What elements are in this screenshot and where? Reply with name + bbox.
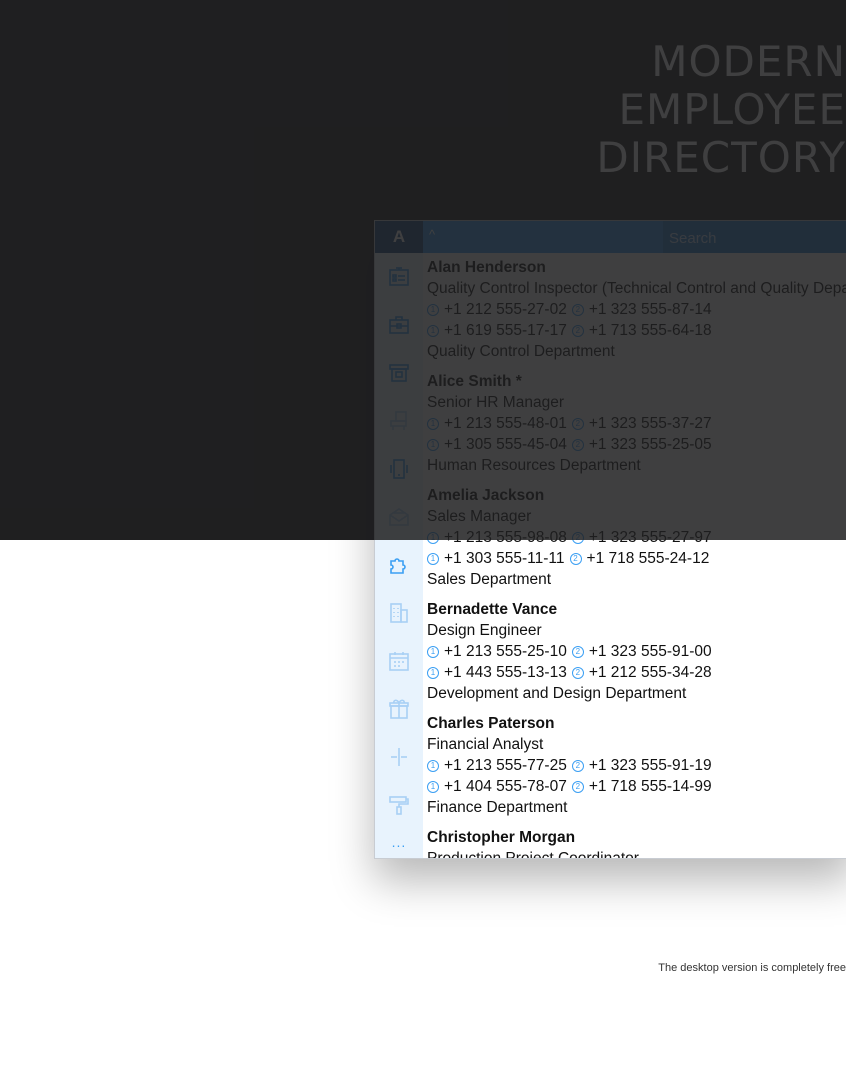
phone-badge-2: 2	[571, 666, 584, 679]
hero-title-line: EMPLOYEE	[618, 85, 846, 134]
employee-title: Financial Analyst	[427, 736, 544, 753]
more-items-indicator[interactable]: ...	[375, 833, 423, 857]
employee-title: Production Project Coordinator	[427, 848, 846, 858]
gift-icon[interactable]	[375, 685, 423, 733]
employee-department: Human Resources Department	[427, 457, 641, 474]
inbox-icon[interactable]	[375, 493, 423, 541]
phone-badge-1: 1	[427, 552, 439, 565]
top-bar: ^	[423, 221, 846, 253]
employee-name: Christopher Morgan	[427, 829, 576, 846]
hero-title-line: DIRECTORY	[596, 133, 846, 182]
employee-name: Alan Henderson	[427, 259, 546, 276]
phone-badge-1: 1	[427, 780, 439, 793]
employee-title: Senior HR Manager	[427, 394, 564, 411]
phone-row: 1 +1 303 555-11-11 2 +1 718 555-24-12	[427, 548, 846, 569]
archive-icon[interactable]	[375, 349, 423, 397]
phone-row: 1 +1 213 555-25-10 2 +1 323 555-91-00	[427, 641, 846, 662]
phone-number[interactable]: +1 213 555-48-01	[444, 413, 567, 434]
employee-card[interactable]: Amelia Jackson Sales Manager 1 +1 213 555…	[427, 485, 846, 590]
left-rail: A ...	[375, 221, 423, 858]
phone-row: 1 +1 443 555-13-13 2 +1 212 555-34-28	[427, 662, 846, 683]
phone-badge-1: 1	[427, 645, 439, 658]
alphabet-letter-button[interactable]: A	[375, 221, 423, 253]
employee-card[interactable]: Charles Paterson Financial Analyst 1 +1 2…	[427, 713, 846, 818]
phone-number[interactable]: +1 443 555-13-13	[444, 662, 567, 683]
employee-card[interactable]: Alan Henderson Quality Control Inspector…	[427, 257, 846, 362]
phone-badge-2: 2	[569, 552, 582, 565]
phone-number[interactable]: +1 713 555-64-18	[589, 320, 712, 341]
employee-department: Quality Control Department	[427, 343, 615, 360]
phone-row: 1 +1 305 555-45-04 2 +1 323 555-25-05	[427, 434, 846, 455]
phone-badge-2: 2	[571, 759, 584, 772]
employee-card[interactable]: Alice Smith * Senior HR Manager 1 +1 213 …	[427, 371, 846, 476]
phone-badge-1: 1	[427, 666, 439, 679]
phone-number[interactable]: +1 213 555-77-25	[444, 755, 567, 776]
employee-title: Sales Manager	[427, 508, 532, 525]
phone-number[interactable]: +1 303 555-11-11	[444, 548, 565, 569]
employee-name: Bernadette Vance	[427, 601, 558, 618]
paint-roller-icon[interactable]	[375, 781, 423, 829]
employee-department: Development and Design Department	[427, 685, 687, 702]
employee-card[interactable]: Bernadette Vance Design Engineer 1 +1 213…	[427, 599, 846, 704]
phone-number[interactable]: +1 212 555-27-02	[444, 299, 567, 320]
phone-number[interactable]: +1 718 555-24-12	[587, 548, 710, 569]
phone-number[interactable]: +1 212 555-34-28	[589, 662, 712, 683]
id-card-icon[interactable]	[375, 253, 423, 301]
puzzle-icon[interactable]	[375, 541, 423, 589]
phone-number[interactable]: +1 305 555-45-04	[444, 434, 567, 455]
phone-row: 1 +1 619 555-17-17 2 +1 713 555-64-18	[427, 320, 846, 341]
phone-number[interactable]: +1 404 555-78-07	[444, 776, 567, 797]
employee-name: Amelia Jackson	[427, 487, 545, 504]
employee-title: Quality Control Inspector (Technical Con…	[427, 280, 846, 297]
hero-title-line: MODERN	[651, 37, 846, 86]
phone-number[interactable]: +1 323 555-37-27	[589, 413, 712, 434]
phone-badge-1: 1	[427, 531, 439, 544]
phone-badge-1: 1	[427, 438, 439, 451]
phone-number[interactable]: +1 323 555-87-14	[589, 299, 712, 320]
phone-badge-2: 2	[571, 417, 584, 430]
phone-row: 1 +1 213 555-98-08 2 +1 323 555-27-97	[427, 527, 846, 548]
phone-badge-2: 2	[571, 438, 584, 451]
employee-name: Alice Smith *	[427, 373, 522, 390]
phone-badge-1: 1	[427, 417, 439, 430]
footer-note: The desktop version is completely free	[658, 962, 846, 974]
calendar-icon[interactable]	[375, 637, 423, 685]
chevron-up-icon[interactable]: ^	[429, 227, 449, 245]
phone-badge-2: 2	[571, 303, 584, 316]
employee-card[interactable]: Christopher Morgan Production Project Co…	[427, 827, 846, 858]
phone-row: 1 +1 212 555-27-02 2 +1 323 555-87-14	[427, 299, 846, 320]
briefcase-icon[interactable]	[375, 301, 423, 349]
employee-name: Charles Paterson	[427, 715, 555, 732]
building-icon[interactable]	[375, 589, 423, 637]
employee-department: Sales Department	[427, 571, 552, 588]
plus-icon[interactable]	[375, 733, 423, 781]
phone-number[interactable]: +1 323 555-25-05	[589, 434, 712, 455]
phone-badge-2: 2	[571, 645, 584, 658]
phone-number[interactable]: +1 718 555-14-99	[589, 776, 712, 797]
hero-title: MODERN EMPLOYEE DIRECTORY	[596, 38, 846, 182]
phone-row: 1 +1 213 555-48-01 2 +1 323 555-37-27	[427, 413, 846, 434]
phone-number[interactable]: +1 323 555-27-97	[589, 527, 712, 548]
phone-badge-2: 2	[571, 780, 584, 793]
directory-app-window: A ... ^ Search Alan Henderson Quality Co…	[374, 220, 846, 859]
phone-badge-2: 2	[571, 531, 584, 544]
phone-row: 1 +1 213 555-77-25 2 +1 323 555-91-19	[427, 755, 846, 776]
chair-icon[interactable]	[375, 397, 423, 445]
phone-number[interactable]: +1 323 555-91-19	[589, 755, 712, 776]
phone-number[interactable]: +1 619 555-17-17	[444, 320, 567, 341]
search-input[interactable]	[663, 221, 846, 253]
employee-department: Finance Department	[427, 799, 568, 816]
employee-title: Design Engineer	[427, 622, 542, 639]
phone-icon[interactable]	[375, 445, 423, 493]
phone-number[interactable]: +1 213 555-98-08	[444, 527, 567, 548]
phone-badge-1: 1	[427, 303, 439, 316]
phone-number[interactable]: +1 213 555-25-10	[444, 641, 567, 662]
phone-badge-2: 2	[571, 324, 584, 337]
phone-badge-1: 1	[427, 324, 439, 337]
phone-row: 1 +1 404 555-78-07 2 +1 718 555-14-99	[427, 776, 846, 797]
phone-badge-1: 1	[427, 759, 439, 772]
employee-list: Alan Henderson Quality Control Inspector…	[423, 253, 846, 858]
phone-number[interactable]: +1 323 555-91-00	[589, 641, 712, 662]
